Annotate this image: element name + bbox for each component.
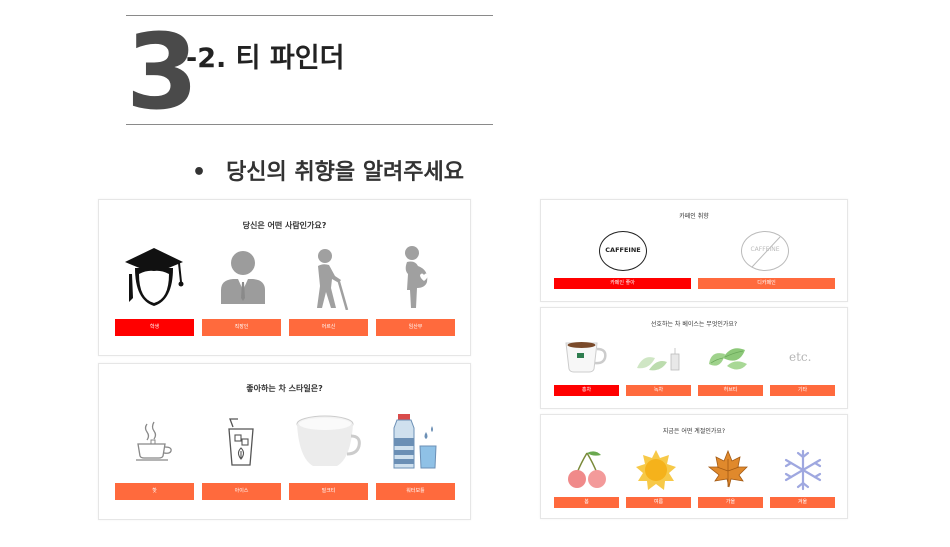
snowflake-icon — [784, 449, 822, 491]
who-option-student-button[interactable]: 학생 — [115, 319, 194, 336]
season-card: 지금은 어떤 계절인가요? 봄 여름 가을 겨울 — [540, 414, 848, 519]
caffeine-option-yes-button[interactable]: 카페인 좋아 — [554, 278, 691, 289]
hot-tea-icon — [136, 421, 172, 461]
page-title: -2. 티 파인더 — [186, 43, 345, 74]
base-card-title: 선호하는 차 베이스는 무엇인가요? — [650, 321, 738, 328]
who-card: 당신은 어떤 사람인가요? 학생 직장인 어르신 임산부 — [98, 199, 471, 356]
season-card-title: 지금은 어떤 계절인가요? — [662, 428, 726, 435]
style-card-title: 좋아하는 차 스타일은? — [246, 384, 323, 393]
caffeine-option-decaf-button[interactable]: 디카페인 — [698, 278, 835, 289]
style-option-iced-button[interactable]: 아이스 — [202, 483, 281, 500]
green-tea-icon — [637, 348, 680, 371]
no-caffeine-icon: CAFFEINE — [741, 231, 789, 271]
black-tea-icon — [565, 342, 607, 373]
base-option-etc-button[interactable]: 기타 — [770, 385, 835, 396]
base-option-herb-tea-button[interactable]: 허브티 — [698, 385, 763, 396]
herb-tea-icon — [709, 348, 747, 370]
etc-icon: etc. — [789, 350, 812, 364]
office-worker-icon — [221, 251, 265, 304]
who-option-worker-button[interactable]: 직장인 — [202, 319, 281, 336]
caffeine-icon: CAFFEINE — [599, 231, 647, 271]
style-option-hot-button[interactable]: 핫 — [115, 483, 194, 500]
base-option-black-tea-button[interactable]: 홍차 — [554, 385, 619, 396]
style-option-water-bottle-button[interactable]: 워터보틀 — [376, 483, 455, 500]
season-option-autumn-button[interactable]: 가을 — [698, 497, 763, 508]
caffeine-card-title: 카페인 취향 — [679, 213, 709, 220]
bottom-rule — [126, 124, 493, 125]
sun-icon — [636, 450, 676, 490]
caffeine-card: 카페인 취향 CAFFEINE CAFFEINE 카페인 좋아 디카페인 — [540, 199, 848, 302]
style-card: 좋아하는 차 스타일은? 핫 아이스 밀크티 워터보틀 — [98, 363, 471, 520]
season-option-spring-button[interactable]: 봄 — [554, 497, 619, 508]
iced-tea-icon — [228, 418, 254, 466]
style-option-milk-tea-button[interactable]: 밀크티 — [289, 483, 368, 500]
page-subtitle: • 당신의 취향을 알려주세요 — [192, 154, 464, 186]
bullet: • — [192, 160, 207, 185]
who-option-pregnant-button[interactable]: 임산부 — [376, 319, 455, 336]
cherry-icon — [568, 451, 606, 488]
elderly-icon — [317, 249, 349, 310]
caffeine-badge-text: CAFFEINE — [605, 246, 641, 254]
who-option-elderly-button[interactable]: 어르신 — [289, 319, 368, 336]
season-option-winter-button[interactable]: 겨울 — [770, 497, 835, 508]
base-card: 선호하는 차 베이스는 무엇인가요? etc. 홍차 녹차 허브티 기타 — [540, 307, 848, 409]
graduate-icon — [125, 248, 184, 306]
milk-tea-icon — [296, 415, 361, 466]
season-option-summer-button[interactable]: 여름 — [626, 497, 691, 508]
base-option-green-tea-button[interactable]: 녹차 — [626, 385, 691, 396]
maple-leaf-icon — [707, 449, 748, 488]
water-bottle-icon — [393, 414, 437, 469]
pregnant-icon — [405, 246, 428, 308]
subtitle-text: 당신의 취향을 알려주세요 — [226, 160, 465, 185]
who-card-title: 당신은 어떤 사람인가요? — [242, 221, 327, 230]
